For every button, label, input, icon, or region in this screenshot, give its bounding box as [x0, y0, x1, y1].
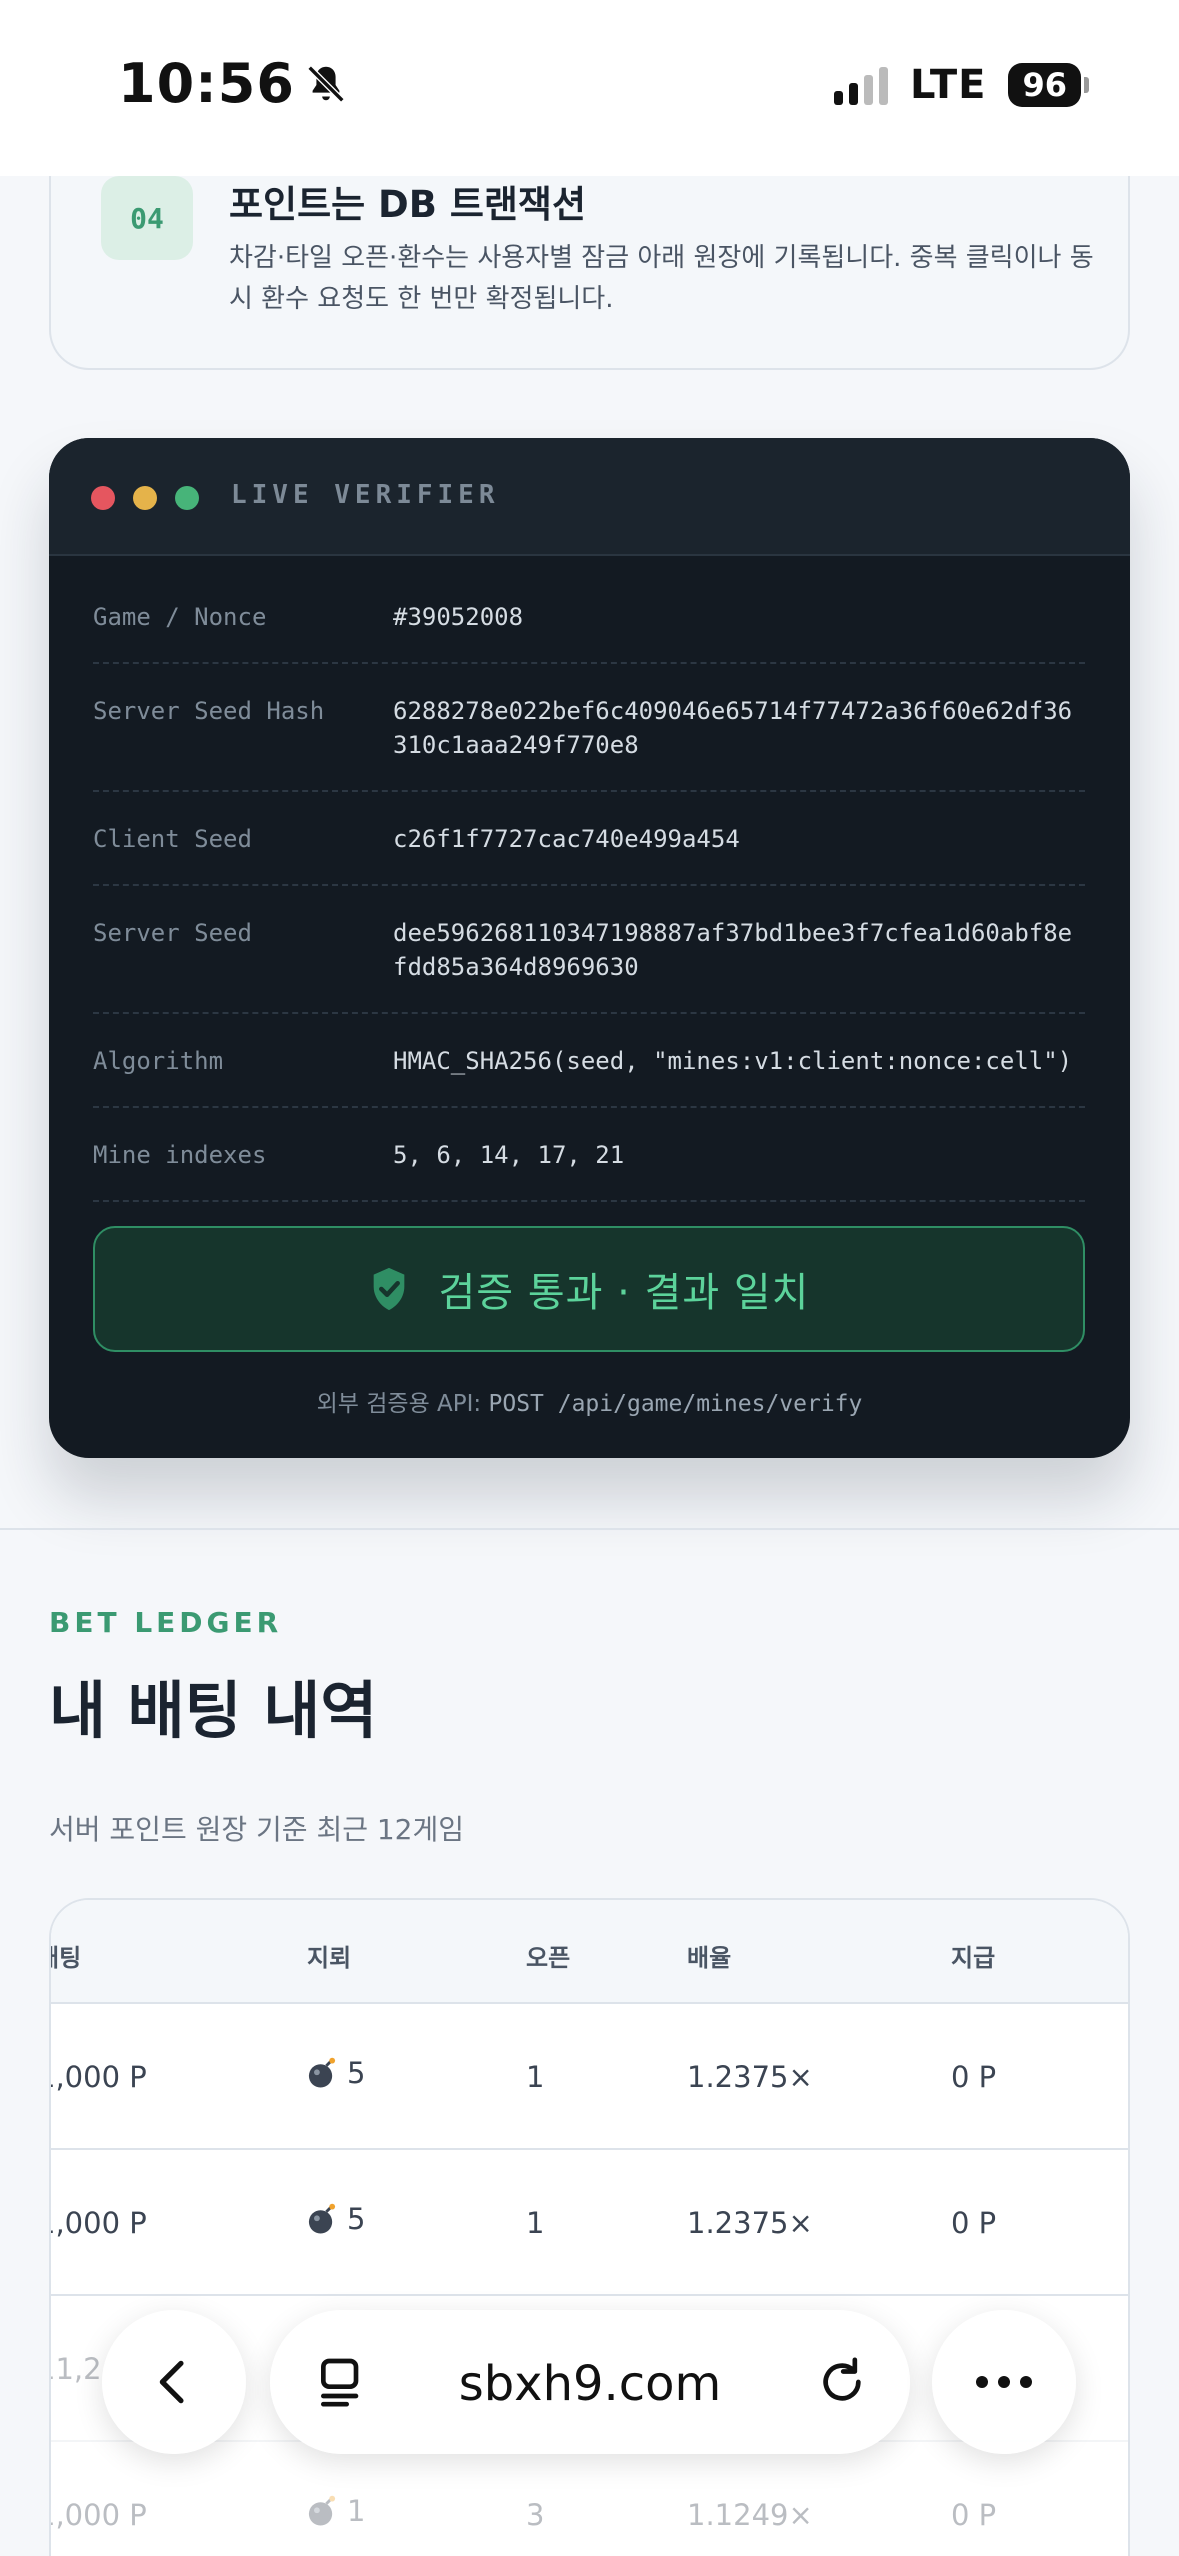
ledger-eyebrow: BET LEDGER: [49, 1606, 283, 1639]
table-row: 1,000 P 1 3 1.1249× 0 P: [51, 2442, 1128, 2556]
verifier-key: Server Seed: [93, 919, 252, 947]
column-header-multiplier: 배율: [687, 1944, 732, 1972]
api-endpoint: POST /api/game/mines/verify: [488, 1391, 863, 1417]
table-header: 배팅 지뢰 오픈 배율 지급: [51, 1900, 1128, 2004]
column-header-payout: 지급: [951, 1944, 996, 1972]
verifier-value: 5, 6, 14, 17, 21: [393, 1141, 625, 1169]
verifier-title: LIVE VERIFIER: [231, 480, 500, 510]
verifier-row: Server Seed dee596268110347198887af37bd1…: [93, 886, 1085, 1014]
ledger-subtitle: 서버 포인트 원장 기준 최근 12게임: [49, 1813, 465, 1846]
window-dot-red-icon: [91, 486, 115, 510]
column-header-bet: 배팅: [51, 1944, 82, 1972]
column-header-mines: 지뢰: [307, 1944, 352, 1972]
chevron-left-icon: [159, 2360, 184, 2404]
verifier-row: Game / Nonce #39052008: [93, 570, 1085, 664]
verify-result-button[interactable]: 검증 통과 · 결과 일치: [93, 1226, 1085, 1352]
verifier-key: Algorithm: [93, 1047, 224, 1075]
cell-bet: 11,2: [51, 2352, 102, 2386]
verifier-value: HMAC_SHA256(seed, "mines:v1:client:nonce…: [393, 1047, 1073, 1075]
step-description: 차감·타일 오픈·환수는 사용자별 잠금 아래 원장에 기록됩니다. 중복 클릭…: [229, 243, 1094, 314]
shield-check-icon: [373, 1267, 404, 1311]
cell-open: 3: [526, 2498, 545, 2532]
cell-multiplier: 1.2375×: [687, 2206, 813, 2240]
clock-text: 10:56: [118, 52, 295, 115]
cell-multiplier: 1.1249×: [687, 2498, 813, 2532]
bell-off-icon: [307, 65, 345, 102]
back-button[interactable]: [102, 2310, 246, 2454]
column-header-open: 오픈: [526, 1944, 571, 1972]
verifier-row: Mine indexes 5, 6, 14, 17, 21: [93, 1108, 1085, 1202]
cell-mines-count: 5: [347, 2056, 366, 2090]
cell-payout: 0 P: [951, 2060, 997, 2094]
verifier-row: Server Seed Hash 6288278e022bef6c409046e…: [93, 664, 1085, 792]
bet-ledger-table: 배팅 지뢰 오픈 배율 지급 1,000 P 5 1 1.2375× 0 P 1…: [49, 1898, 1130, 2556]
api-note: 외부 검증용 API: POST /api/game/mines/verify: [49, 1384, 1130, 1418]
live-verifier-panel: LIVE VERIFIER Game / Nonce #39052008 Ser…: [49, 438, 1130, 1458]
battery-level: 96: [1008, 63, 1081, 107]
status-bar: 10:56 LTE 96: [0, 0, 1179, 176]
verifier-key: Mine indexes: [93, 1141, 267, 1169]
cell-mines: 1: [307, 2494, 365, 2528]
more-button[interactable]: [932, 2310, 1076, 2454]
cell-open: 1: [526, 2206, 545, 2240]
network-label: LTE: [909, 62, 987, 108]
verifier-header: LIVE VERIFIER: [49, 438, 1130, 556]
verifier-value: 6288278e022bef6c409046e65714f77472a36f60…: [393, 697, 1073, 759]
verifier-row: Algorithm HMAC_SHA256(seed, "mines:v1:cl…: [93, 1014, 1085, 1108]
battery-icon: 96: [1008, 63, 1089, 107]
cell-mines: 5: [307, 2202, 365, 2236]
section-divider: [0, 1528, 1179, 1530]
more-dots-icon: [976, 2376, 1032, 2388]
ledger-title: 내 배팅 내역: [49, 1674, 378, 1747]
step-badge: 04: [101, 176, 193, 260]
cell-payout: 0 P: [951, 2206, 997, 2240]
verifier-key: Server Seed Hash: [93, 697, 325, 725]
table-row: 1,000 P 5 1 1.2375× 0 P: [51, 2004, 1128, 2150]
verifier-row: Client Seed c26f1f7727cac740e499a454: [93, 792, 1085, 886]
address-bar[interactable]: sbxh9.com: [270, 2310, 910, 2454]
status-time: 10:56: [118, 52, 349, 115]
window-dot-yellow-icon: [133, 486, 157, 510]
bomb-icon: [308, 2057, 336, 2088]
table-row: 1,000 P 5 1 1.2375× 0 P: [51, 2150, 1128, 2296]
cell-mines-count: 1: [347, 2494, 366, 2528]
cell-bet: 1,000 P: [51, 2206, 147, 2240]
bomb-icon: [308, 2495, 336, 2526]
verifier-rows: Game / Nonce #39052008 Server Seed Hash …: [93, 570, 1085, 1202]
status-indicators: LTE 96: [833, 62, 1089, 108]
cell-payout: 0 P: [951, 2498, 997, 2532]
window-dot-green-icon: [175, 486, 199, 510]
verifier-value: c26f1f7727cac740e499a454: [393, 825, 740, 853]
cell-open: 1: [526, 2060, 545, 2094]
bomb-icon: [308, 2203, 336, 2234]
cell-bet: 1,000 P: [51, 2060, 147, 2094]
cell-mines: 5: [307, 2056, 365, 2090]
cell-bet: 1,000 P: [51, 2498, 147, 2532]
verifier-value: dee596268110347198887af37bd1bee3f7cfea1d…: [393, 919, 1073, 981]
cell-mines-count: 5: [347, 2202, 366, 2236]
signal-icon: [833, 65, 888, 105]
verifier-key: Client Seed: [93, 825, 252, 853]
step-title: 포인트는 DB 트랜잭션: [229, 183, 586, 226]
api-note-prefix: 외부 검증용 API:: [316, 1391, 482, 1417]
cell-multiplier: 1.2375×: [687, 2060, 813, 2094]
reload-icon[interactable]: [814, 2354, 870, 2410]
verifier-key: Game / Nonce: [93, 603, 267, 631]
verifier-value: #39052008: [393, 603, 524, 631]
verify-result-label: 검증 통과 · 결과 일치: [438, 1270, 810, 1316]
